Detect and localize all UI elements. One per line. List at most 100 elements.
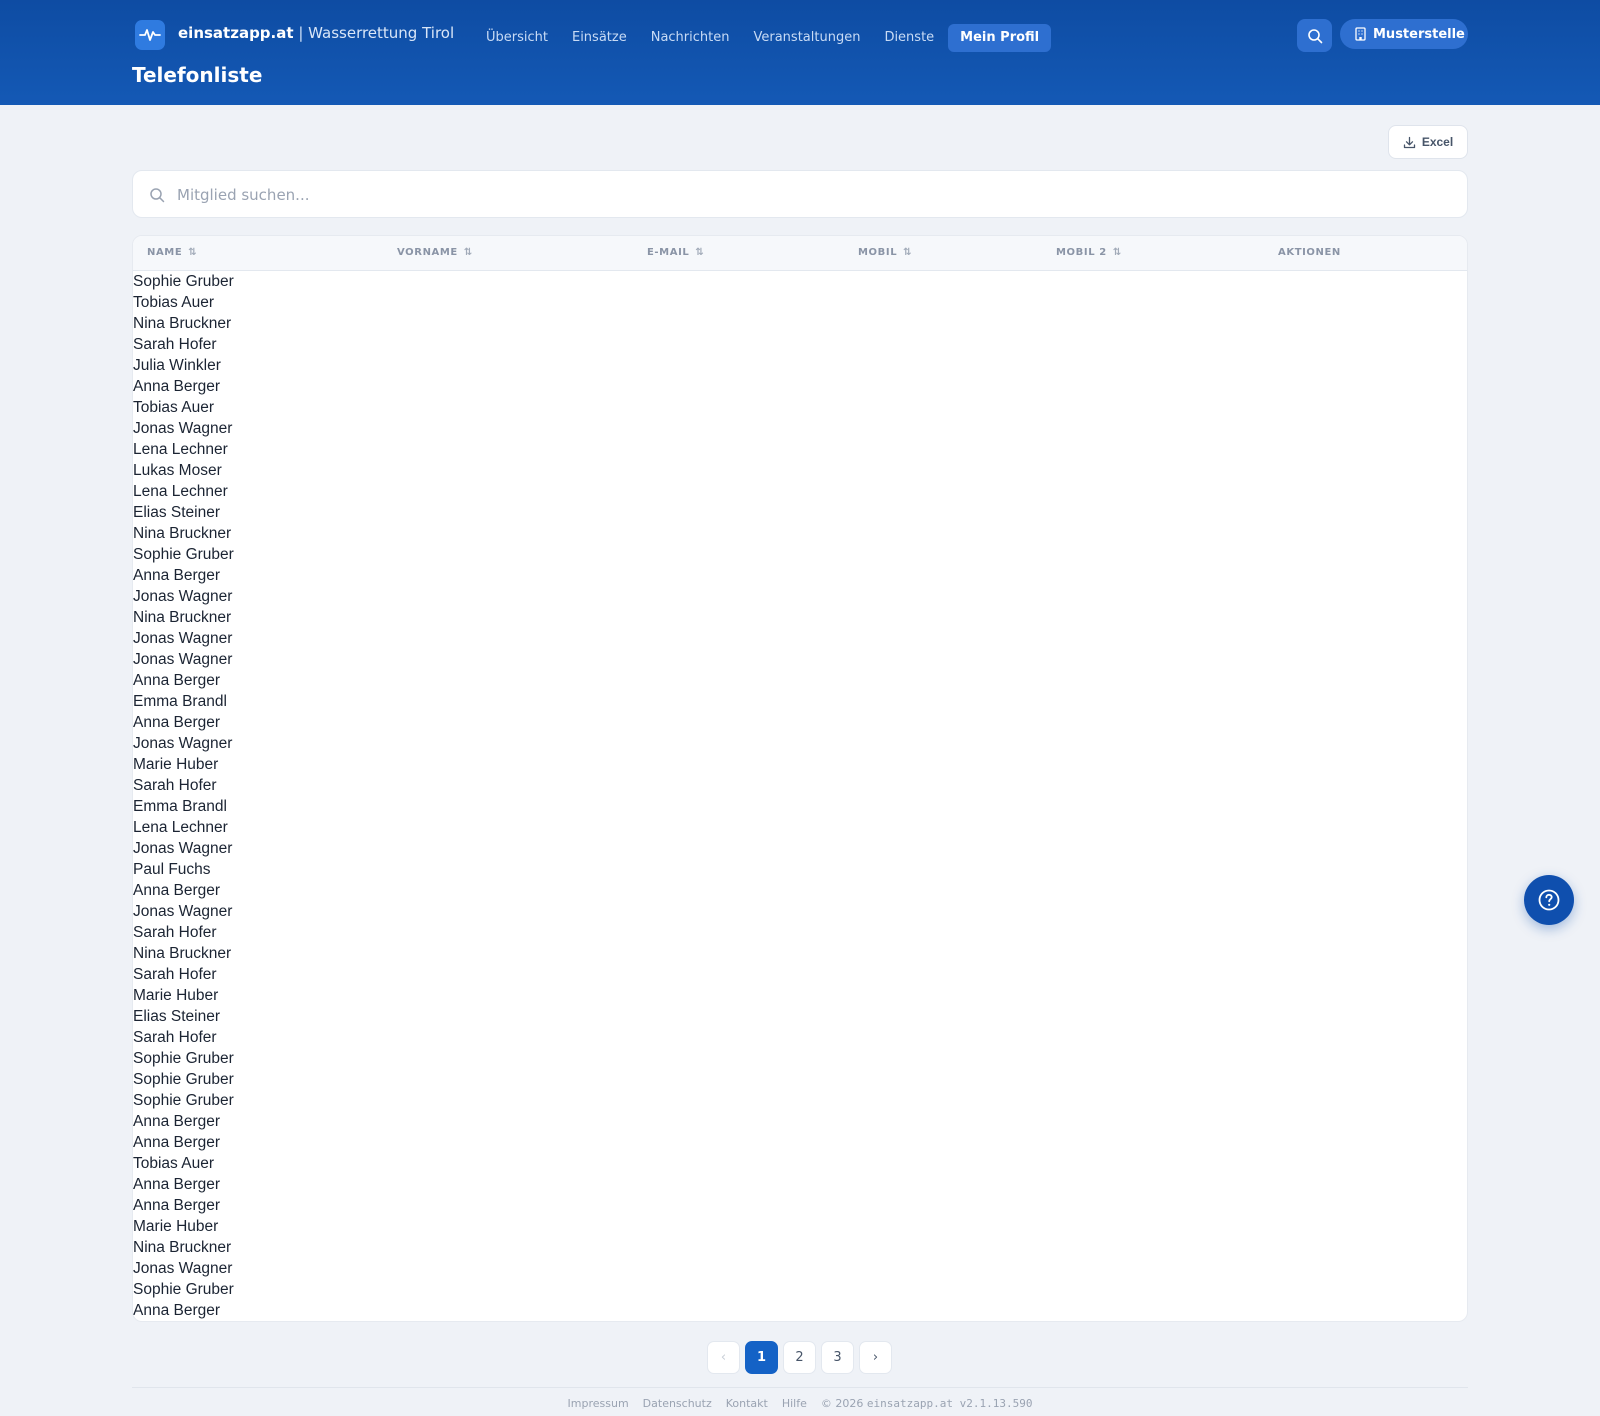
sort-icon: ⇅ — [463, 247, 473, 258]
table-row[interactable]: Elias Steiner — [133, 502, 1467, 523]
table-row[interactable]: Jonas Wagner — [133, 628, 1467, 649]
table-body: Sophie Gruber Tobias Auer Nina Bruckner Sar… — [133, 271, 1467, 1321]
table-row[interactable]: Anna Berger — [133, 1132, 1467, 1153]
table-row[interactable]: Lena Lechner — [133, 481, 1467, 502]
column-header-label: MOBIL — [858, 247, 898, 258]
footer-link-kontakt[interactable]: Kontakt — [726, 1397, 768, 1410]
table-row[interactable]: Sarah Hofer — [133, 334, 1467, 355]
table-row[interactable]: Sophie Gruber — [133, 544, 1467, 565]
pagination-prev-button[interactable]: ‹ — [707, 1341, 740, 1374]
table-row[interactable]: Marie Huber — [133, 985, 1467, 1006]
table-row[interactable]: Nina Bruckner — [133, 607, 1467, 628]
footer-link-impressum[interactable]: Impressum — [568, 1397, 629, 1410]
table-row[interactable]: Nina Bruckner — [133, 313, 1467, 334]
table-row[interactable]: Sarah Hofer — [133, 922, 1467, 943]
pagination-page-1[interactable]: 1 — [745, 1341, 778, 1374]
search-icon — [150, 188, 165, 203]
table-header: NAME ⇅ VORNAME ⇅ E-MAIL ⇅ MOBIL ⇅ MOBIL … — [133, 236, 1467, 271]
table-row[interactable]: Anna Berger — [133, 1195, 1467, 1216]
table-row[interactable]: Sarah Hofer — [133, 1027, 1467, 1048]
footer-link-hilfe[interactable]: Hilfe — [782, 1397, 807, 1410]
pagination-next-button[interactable]: › — [859, 1341, 892, 1374]
help-circle-icon — [1538, 889, 1560, 911]
table-row[interactable]: Sophie Gruber — [133, 1069, 1467, 1090]
table-row[interactable]: Tobias Auer — [133, 1153, 1467, 1174]
column-header-mobil[interactable]: MOBIL ⇅ — [858, 247, 912, 258]
table-row[interactable]: Anna Berger — [133, 670, 1467, 691]
member-search-input[interactable] — [177, 181, 1437, 209]
table-row[interactable]: Sophie Gruber — [133, 1090, 1467, 1111]
footer-divider — [132, 1387, 1468, 1388]
table-row[interactable]: Anna Berger — [133, 712, 1467, 733]
table-row[interactable]: Sarah Hofer — [133, 964, 1467, 985]
brand[interactable]: einsatzapp.at | Wasserrettung Tirol — [178, 24, 454, 42]
table-row[interactable]: Marie Huber — [133, 754, 1467, 775]
table-row[interactable]: Jonas Wagner — [133, 649, 1467, 670]
column-header-email[interactable]: E-MAIL ⇅ — [647, 247, 704, 258]
sort-icon: ⇅ — [903, 247, 913, 258]
column-header-name[interactable]: NAME ⇅ — [147, 247, 197, 258]
brand-name: einsatzapp.at — [178, 24, 294, 42]
org-switch-button[interactable]: Musterstelle — [1340, 19, 1468, 49]
table-row[interactable]: Jonas Wagner — [133, 733, 1467, 754]
copyright-text: © 2026 — [820, 1397, 864, 1410]
column-header-vorname[interactable]: VORNAME ⇅ — [397, 247, 473, 258]
table-row[interactable]: Jonas Wagner — [133, 586, 1467, 607]
table-row[interactable]: Jonas Wagner — [133, 1258, 1467, 1279]
table-row[interactable]: Elias Steiner — [133, 1006, 1467, 1027]
table-row[interactable]: Marie Huber — [133, 1216, 1467, 1237]
column-header-label: E-MAIL — [647, 247, 690, 258]
table-row[interactable]: Lukas Moser — [133, 460, 1467, 481]
table-row[interactable]: Jonas Wagner — [133, 838, 1467, 859]
help-button[interactable] — [1524, 875, 1574, 925]
table-row[interactable]: Sophie Gruber — [133, 1048, 1467, 1069]
table-row[interactable]: Nina Bruckner — [133, 523, 1467, 544]
pagination-page-3[interactable]: 3 — [821, 1341, 854, 1374]
column-header-mobil-2[interactable]: MOBIL 2 ⇅ — [1056, 247, 1122, 258]
table-row[interactable]: Lena Lechner — [133, 439, 1467, 460]
table-row[interactable]: Anna Berger — [133, 376, 1467, 397]
building-icon — [1355, 27, 1366, 41]
table-row[interactable]: Anna Berger — [133, 1300, 1467, 1321]
table-row[interactable]: Anna Berger — [133, 1174, 1467, 1195]
page-title: Telefonliste — [132, 63, 263, 87]
table-row[interactable]: Anna Berger — [133, 1111, 1467, 1132]
header-search-button[interactable] — [1297, 19, 1332, 52]
footer-link-datenschutz[interactable]: Datenschutz — [643, 1397, 712, 1410]
table-row[interactable]: Lena Lechner — [133, 817, 1467, 838]
main-nav: Übersicht Einsätze Nachrichten Veranstal… — [474, 24, 1052, 52]
nav-item-mein-profil[interactable]: Mein Profil — [948, 24, 1052, 52]
excel-export-button[interactable]: Excel — [1388, 125, 1468, 159]
column-header-label: AKTIONEN — [1278, 247, 1341, 258]
table-row[interactable]: Anna Berger — [133, 880, 1467, 901]
table-row[interactable]: Nina Bruckner — [133, 1237, 1467, 1258]
pagination-page-2[interactable]: 2 — [783, 1341, 816, 1374]
table-row[interactable]: Jonas Wagner — [133, 418, 1467, 439]
table-row[interactable]: Sophie Gruber — [133, 271, 1467, 292]
pulse-icon[interactable] — [135, 20, 165, 50]
nav-item-dienste[interactable]: Dienste — [872, 24, 946, 52]
table-row[interactable]: Jonas Wagner — [133, 901, 1467, 922]
footer-copyright: © 2026 einsatzapp.at v2.1.13.590 — [821, 1397, 1033, 1410]
download-icon — [1403, 136, 1415, 148]
table-row[interactable]: Paul Fuchs — [133, 859, 1467, 880]
table-row[interactable]: Tobias Auer — [133, 397, 1467, 418]
table-row[interactable]: Sarah Hofer — [133, 775, 1467, 796]
search-icon — [1307, 28, 1322, 43]
nav-item-einsaetze[interactable]: Einsätze — [560, 24, 639, 52]
nav-item-uebersicht[interactable]: Übersicht — [474, 24, 560, 52]
footer: Impressum Datenschutz Kontakt Hilfe © 20… — [0, 1397, 1600, 1410]
table-row[interactable]: Tobias Auer — [133, 292, 1467, 313]
brand-separator: | — [293, 24, 309, 42]
version-text: einsatzapp.at v2.1.13.590 — [866, 1397, 1033, 1410]
table-row[interactable]: Emma Brandl — [133, 796, 1467, 817]
excel-button-label: Excel — [1421, 135, 1454, 149]
table-row[interactable]: Sophie Gruber — [133, 1279, 1467, 1300]
table-row[interactable]: Emma Brandl — [133, 691, 1467, 712]
sort-icon: ⇅ — [188, 247, 198, 258]
table-row[interactable]: Anna Berger — [133, 565, 1467, 586]
table-row[interactable]: Julia Winkler — [133, 355, 1467, 376]
nav-item-veranstaltungen[interactable]: Veranstaltungen — [741, 24, 872, 52]
nav-item-nachrichten[interactable]: Nachrichten — [639, 24, 742, 52]
table-row[interactable]: Nina Bruckner — [133, 943, 1467, 964]
